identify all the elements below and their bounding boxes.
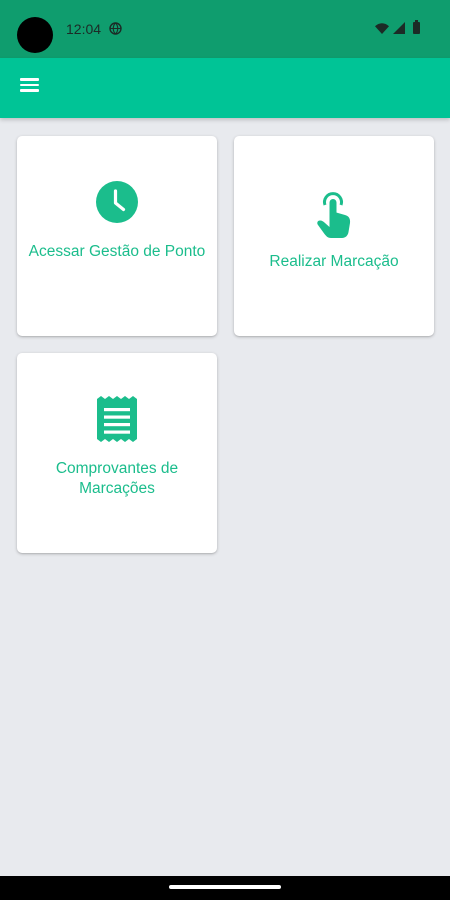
card-comprovantes-de-marcacoes[interactable]: Comprovantes de Marcações xyxy=(17,353,217,553)
hamburger-menu-icon[interactable] xyxy=(20,78,39,92)
receipt-icon xyxy=(97,396,137,442)
cellular-signal-icon xyxy=(393,22,405,34)
app-bar xyxy=(0,58,450,118)
status-time: 12:04 xyxy=(66,21,102,37)
card-label: Realizar Marcação xyxy=(269,253,399,270)
home-gesture-handle[interactable] xyxy=(169,885,281,889)
card-label: Acessar Gestão de Ponto xyxy=(28,243,206,260)
battery-icon xyxy=(413,20,420,34)
wifi-icon xyxy=(375,23,389,34)
touch-hand-icon xyxy=(317,192,351,238)
camera-cutout xyxy=(17,17,53,53)
globe-icon xyxy=(109,22,122,35)
card-label: Comprovantes de Marcações xyxy=(55,460,179,497)
card-realizar-marcacao[interactable]: Realizar Marcação xyxy=(234,136,434,336)
clock-icon xyxy=(96,181,138,223)
card-acessar-gestao-de-ponto[interactable]: Acessar Gestão de Ponto xyxy=(17,136,217,336)
